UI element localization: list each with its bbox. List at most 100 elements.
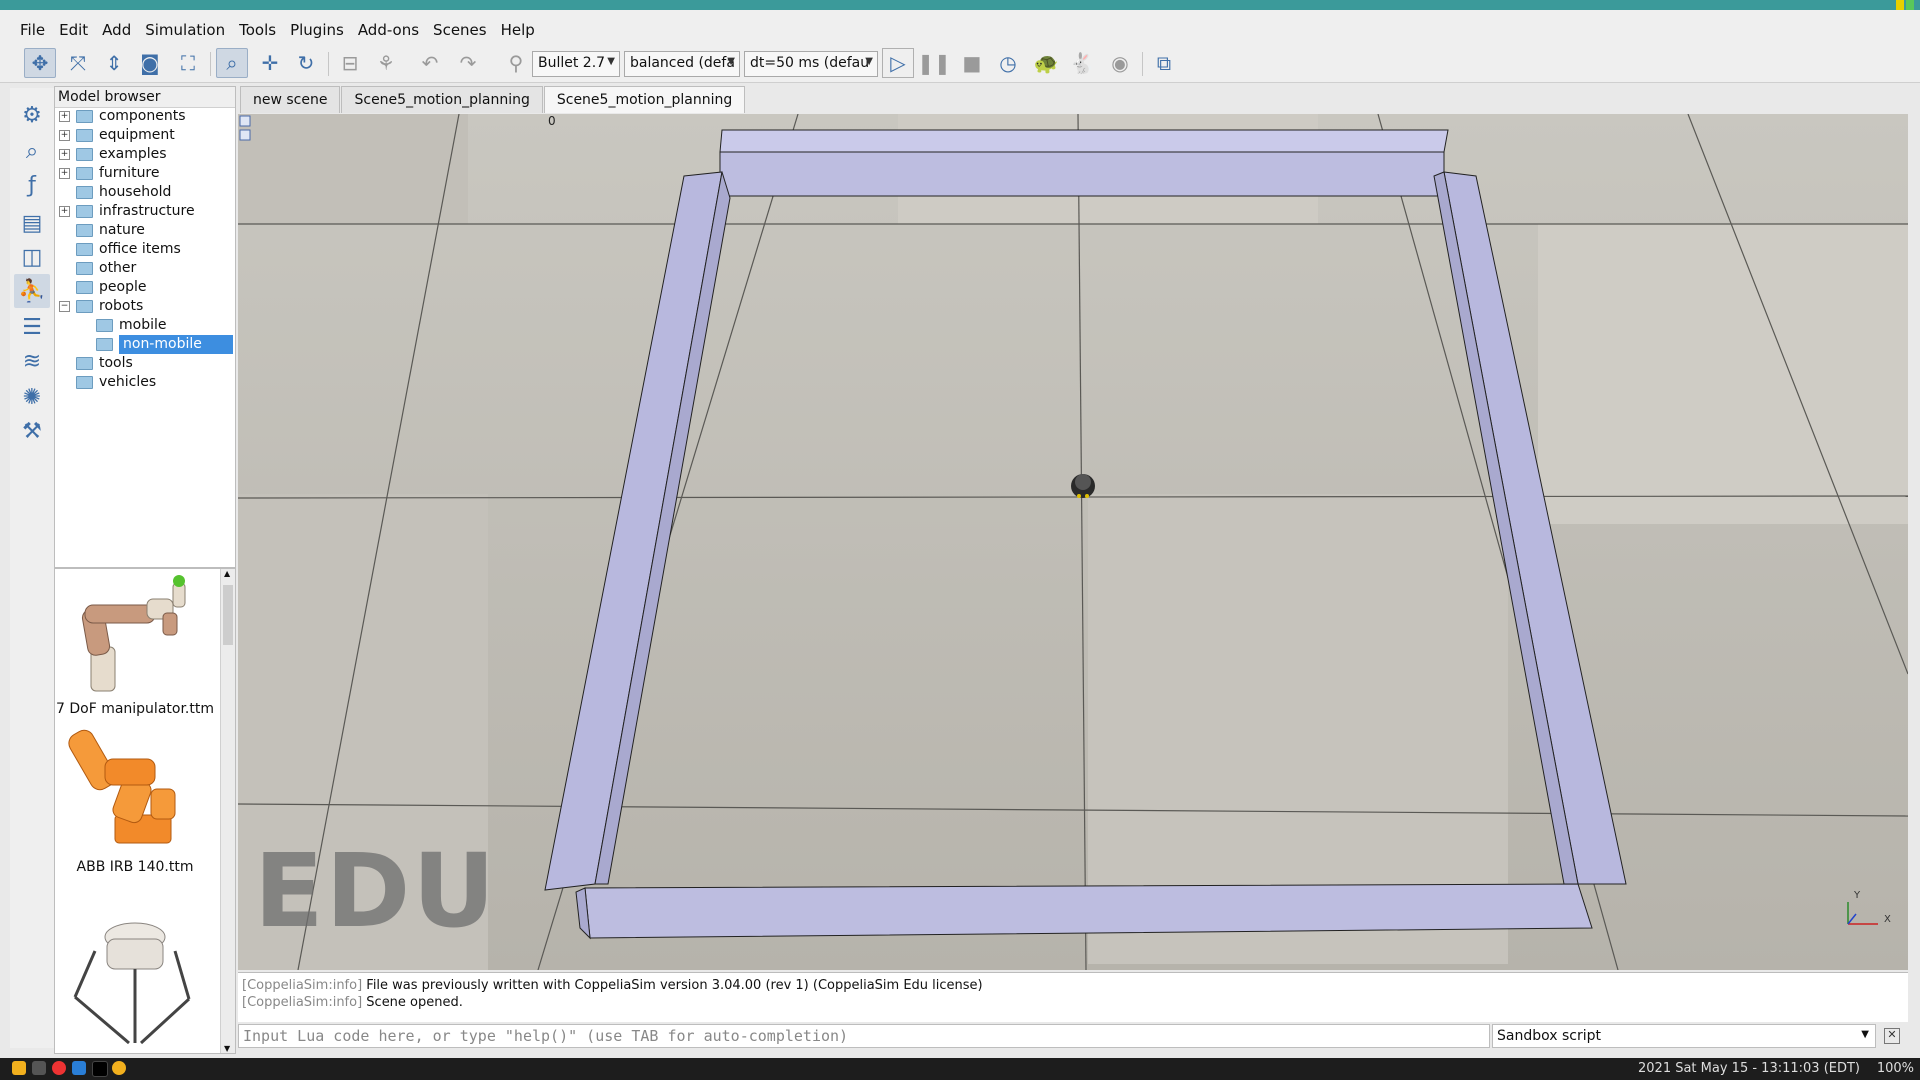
user-settings-icon[interactable]: ⚒ [14, 414, 50, 448]
scene-hierarchy-icon[interactable]: ☰ [14, 310, 50, 344]
camera-angle-icon[interactable]: ◙ [134, 48, 166, 78]
stop-icon[interactable]: ■ [956, 48, 988, 78]
thumbnail-abb-irb-140[interactable]: ABB IRB 140.ttm [55, 719, 221, 879]
scene-switch-icon[interactable]: ⧉ [1148, 48, 1180, 78]
thumbnail-7dof-manipulator[interactable]: 7 DoF manipulator.ttm [55, 569, 221, 719]
rendering-icon[interactable]: ✺ [14, 380, 50, 414]
thumbnail-delta-robot[interactable] [55, 917, 221, 1047]
physics-engine-select[interactable]: Bullet 2.7 ▼ [532, 51, 620, 77]
camera-shift-icon[interactable]: ⇕ [98, 48, 130, 78]
timestep-select[interactable]: dt=50 ms (defau ▼ [744, 51, 878, 77]
tree-item-vehicles[interactable]: vehicles [59, 373, 156, 392]
expand-icon[interactable]: + [59, 111, 70, 122]
pause-icon[interactable]: ❚❚ [917, 48, 951, 78]
lua-command-input[interactable]: Input Lua code here, or type "help()" (u… [238, 1024, 1490, 1048]
dynamics-engine-icon[interactable]: ⚲ [500, 48, 532, 78]
left-icon-bar: ⚙ ⌕ ƒ ▤ ◫ ⛹ ☰ ≋ ✺ ⚒ [10, 88, 56, 1048]
real-time-icon[interactable]: ◷ [992, 48, 1024, 78]
tree-item-other[interactable]: other [59, 259, 136, 278]
menu-tools[interactable]: Tools [232, 21, 283, 39]
folder-icon [76, 300, 93, 313]
folder-icon [76, 167, 93, 180]
thumbnails-scrollbar[interactable]: ▲ ▼ [220, 569, 235, 1053]
fit-to-view-icon[interactable]: ⛶ [172, 48, 204, 78]
tree-label: household [99, 184, 172, 200]
viewport-corner-number: 0 [548, 114, 556, 128]
accuracy-value: balanced (defa [630, 55, 735, 71]
tree-item-examples[interactable]: + examples [59, 145, 167, 164]
transfer-dna-icon[interactable]: ⚘ [370, 48, 402, 78]
tree-item-people[interactable]: people [59, 278, 146, 297]
menu-addons[interactable]: Add-ons [351, 21, 426, 39]
tab-scene5-motion-planning-1[interactable]: Scene5_motion_planning [341, 86, 543, 113]
folder-icon [76, 376, 93, 389]
camera-rotate-icon[interactable]: ⤧ [62, 48, 94, 78]
menu-help[interactable]: Help [494, 21, 542, 39]
console-tag: [CoppeliaSim:info] [242, 978, 363, 993]
scroll-down-icon[interactable]: ▼ [224, 1044, 230, 1053]
tree-item-non-mobile[interactable]: non-mobile [79, 335, 233, 354]
chevron-down-icon: ▼ [727, 56, 735, 67]
folder-icon [76, 129, 93, 142]
scroll-up-icon[interactable]: ▲ [224, 569, 230, 578]
close-icon[interactable]: ✕ [1884, 1028, 1900, 1044]
click-select-icon[interactable]: ⌕ [216, 48, 248, 78]
chrome-icon[interactable] [12, 1061, 26, 1075]
tree-label: furniture [99, 165, 160, 181]
expand-icon[interactable]: + [59, 168, 70, 179]
folder-icon [96, 338, 113, 351]
menu-add[interactable]: Add [95, 21, 138, 39]
script-selector[interactable]: Sandbox script ▼ [1492, 1024, 1876, 1048]
tree-item-components[interactable]: + components [59, 107, 186, 126]
tree-item-equipment[interactable]: + equipment [59, 126, 175, 145]
menu-plugins[interactable]: Plugins [283, 21, 351, 39]
layers-icon[interactable]: ≋ [14, 344, 50, 378]
menu-scenes[interactable]: Scenes [426, 21, 494, 39]
tree-item-nature[interactable]: nature [59, 221, 145, 240]
scene-viewport[interactable]: 0 EDU Y X [238, 114, 1908, 970]
expand-icon[interactable]: + [59, 130, 70, 141]
tree-label: robots [99, 298, 144, 314]
window-icon[interactable] [92, 1061, 108, 1077]
redo-icon[interactable]: ↷ [452, 48, 484, 78]
tree-item-tools[interactable]: tools [59, 354, 133, 373]
tree-item-furniture[interactable]: + furniture [59, 164, 160, 183]
camera-pan-icon[interactable]: ✥ [24, 48, 56, 78]
expand-icon[interactable]: + [59, 206, 70, 217]
calculation-modules-icon[interactable]: ▤ [14, 206, 50, 240]
tree-item-infrastructure[interactable]: + infrastructure [59, 202, 195, 221]
tab-new-scene[interactable]: new scene [240, 86, 341, 113]
tree-item-household[interactable]: household [59, 183, 171, 202]
terminal-icon[interactable] [32, 1061, 46, 1075]
undo-icon[interactable]: ↶ [414, 48, 446, 78]
visualization-icon[interactable]: ◉ [1104, 48, 1136, 78]
script-icon[interactable]: ƒ [14, 168, 50, 202]
play-icon[interactable]: ▷ [882, 48, 914, 78]
accuracy-select[interactable]: balanced (defa ▼ [624, 51, 740, 77]
tab-scene5-motion-planning-2[interactable]: Scene5_motion_planning [543, 86, 746, 113]
browser-icon[interactable] [52, 1061, 66, 1075]
assemble-icon[interactable]: ⊟ [334, 48, 366, 78]
tree-item-mobile[interactable]: mobile [79, 316, 166, 335]
menu-simulation[interactable]: Simulation [138, 21, 232, 39]
menu-edit[interactable]: Edit [52, 21, 95, 39]
shape-edit-icon[interactable]: ◫ [14, 240, 50, 274]
slow-down-icon[interactable]: 🐢 [1030, 48, 1062, 78]
main-toolbar: ✥ ⤧ ⇕ ◙ ⛶ ⌕ ✛ ↻ ⊟ ⚘ ↶ ↷ ⚲ Bullet 2.7 ▼ b… [0, 44, 1920, 83]
tree-label: infrastructure [99, 203, 195, 219]
object-rotate-icon[interactable]: ↻ [290, 48, 322, 78]
simulation-settings-icon[interactable]: ⚙ [14, 98, 50, 132]
expand-icon[interactable]: + [59, 149, 70, 160]
zoom-icon[interactable]: ⌕ [14, 134, 50, 168]
tree-item-office-items[interactable]: office items [59, 240, 181, 259]
scrollbar-thumb[interactable] [223, 585, 233, 645]
tree-item-robots[interactable]: − robots [59, 297, 143, 316]
model-browser-icon[interactable]: ⛹ [14, 274, 50, 308]
vscode-icon[interactable] [72, 1061, 86, 1075]
collapse-icon[interactable]: − [59, 301, 70, 312]
speed-up-icon[interactable]: 🐇 [1066, 48, 1098, 78]
object-shift-icon[interactable]: ✛ [254, 48, 286, 78]
tree-label: vehicles [99, 374, 157, 390]
menu-file[interactable]: File [13, 21, 52, 39]
chrome-icon[interactable] [112, 1061, 126, 1075]
